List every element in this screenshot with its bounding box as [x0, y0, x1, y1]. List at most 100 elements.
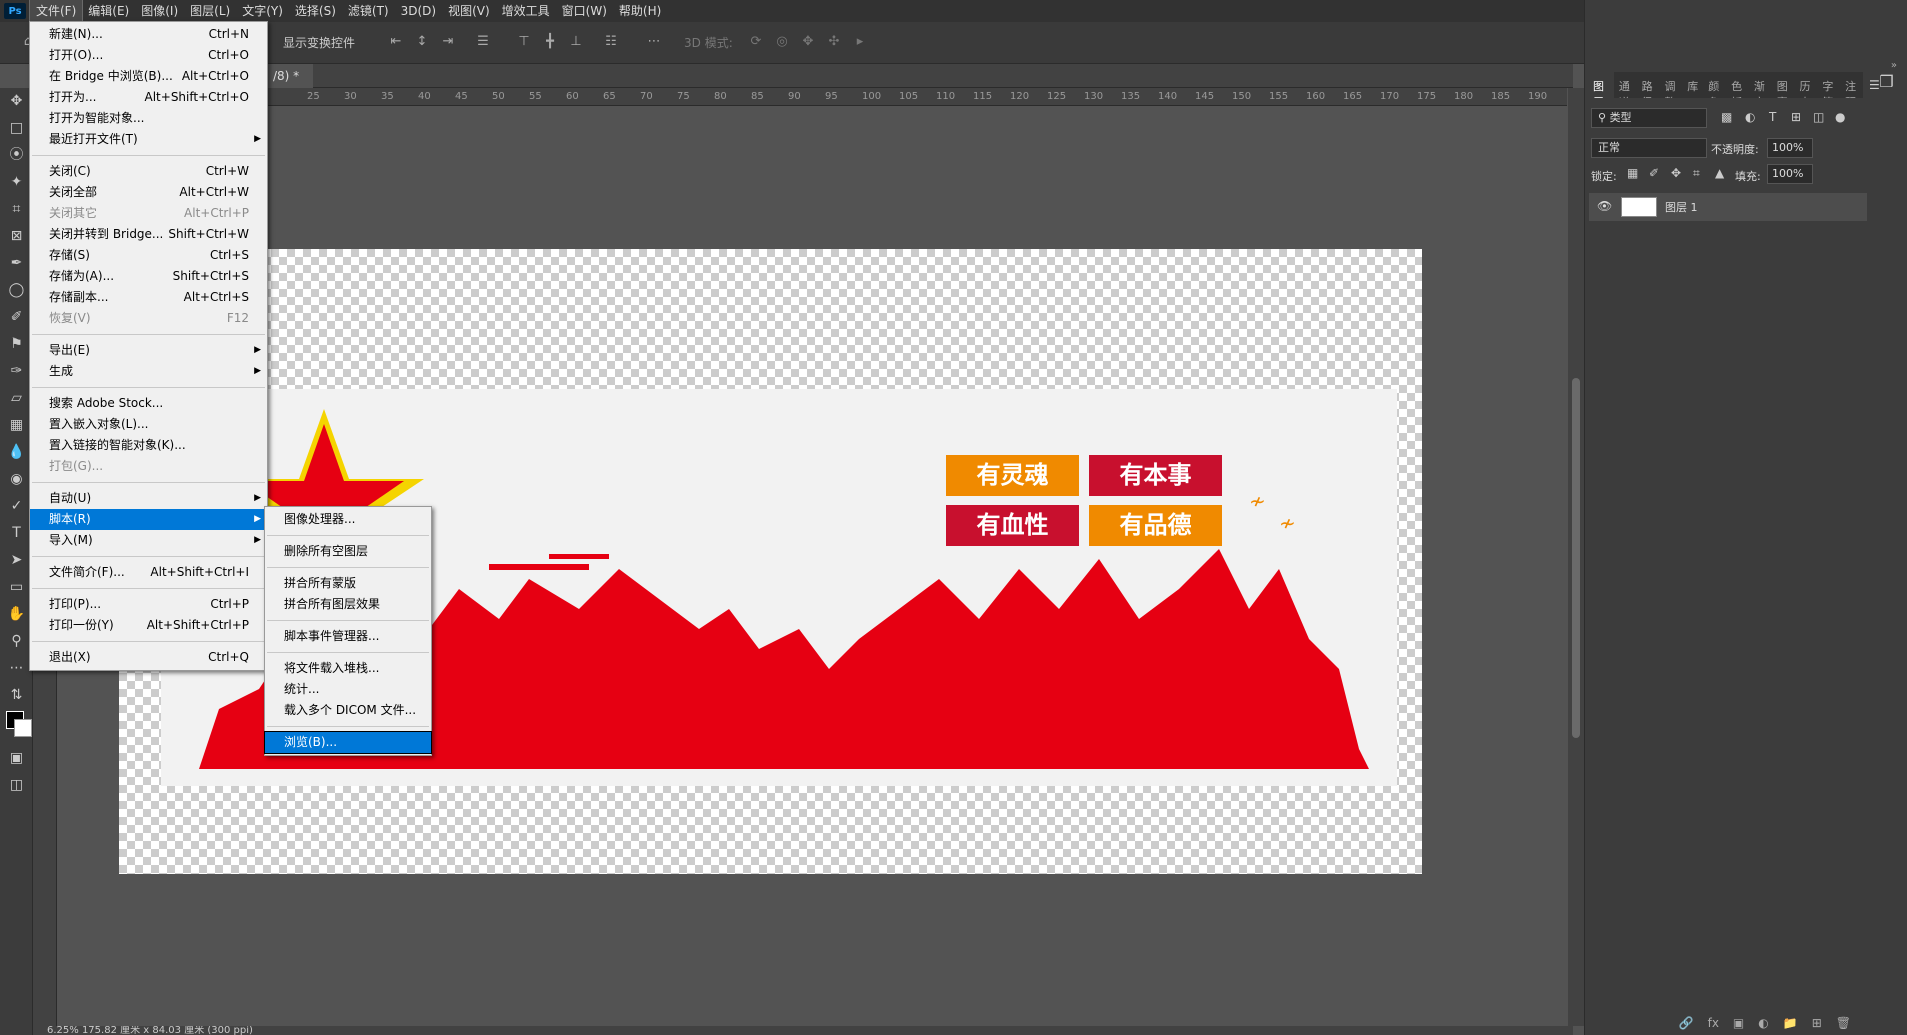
align-right-icon[interactable]: ⇥	[440, 34, 456, 50]
screen-mode-icon[interactable]: ◫	[0, 772, 33, 799]
align-middle-icon[interactable]: ╋	[542, 34, 558, 50]
menu-item-scripts[interactable]: 脚本(R) ▶	[30, 509, 267, 530]
filter-shape-icon[interactable]: ⊞	[1791, 110, 1801, 124]
lock-artboard-icon[interactable]: ⌗	[1693, 166, 1700, 181]
layer-name[interactable]: 图层 1	[1665, 199, 1698, 215]
menu-filter[interactable]: 滤镜(T)	[342, 0, 395, 22]
menu-item-statistics[interactable]: 统计...	[265, 679, 431, 700]
filter-toggle-icon[interactable]: ●	[1835, 110, 1845, 124]
lock-pixels-icon[interactable]: ✐	[1649, 166, 1659, 180]
tab-notes[interactable]: 注释	[1840, 72, 1863, 98]
menu-item-place-embedded[interactable]: 置入嵌入对象(L)...	[30, 414, 267, 435]
lock-transparent-icon[interactable]: ▦	[1627, 166, 1638, 180]
tab-color[interactable]: 颜色	[1703, 72, 1726, 98]
menu-item-close-all[interactable]: 关闭全部 Alt+Ctrl+W	[30, 182, 267, 203]
fill-input[interactable]: 100%	[1767, 164, 1813, 184]
menu-item-load-stack[interactable]: 将文件载入堆栈...	[265, 658, 431, 679]
tab-swatches[interactable]: 色板	[1726, 72, 1749, 98]
align-bottom-icon[interactable]: ⊥	[568, 34, 584, 50]
menu-help[interactable]: 帮助(H)	[613, 0, 667, 22]
add-mask-icon[interactable]: ▣	[1733, 1016, 1744, 1030]
menu-layer[interactable]: 图层(L)	[184, 0, 236, 22]
distribute-v-icon[interactable]: ☷	[603, 34, 619, 50]
3d-icon[interactable]: ❒	[1879, 72, 1893, 91]
menu-item-print-one[interactable]: 打印一份(Y) Alt+Shift+Ctrl+P	[30, 615, 267, 636]
menu-item-image-processor[interactable]: 图像处理器...	[265, 509, 431, 530]
tab-libraries[interactable]: 库	[1682, 72, 1703, 98]
quick-mask-icon[interactable]: ▣	[0, 745, 33, 772]
visibility-eye-icon[interactable]: 👁	[1597, 199, 1612, 213]
menu-item-automate[interactable]: 自动(U) ▶	[30, 488, 267, 509]
opacity-input[interactable]: 100%	[1767, 138, 1813, 158]
menu-item-close[interactable]: 关闭(C) Ctrl+W	[30, 161, 267, 182]
lock-all-icon[interactable]: ▲	[1715, 166, 1724, 180]
menu-item-close-goto-bridge[interactable]: 关闭并转到 Bridge... Shift+Ctrl+W	[30, 224, 267, 245]
tab-character[interactable]: 字符	[1817, 72, 1840, 98]
menu-view[interactable]: 视图(V)	[442, 0, 496, 22]
filter-type-icon[interactable]: T	[1769, 110, 1776, 124]
menu-item-open-smart[interactable]: 打开为智能对象...	[30, 108, 267, 129]
panel-collapse-icon[interactable]: »	[1891, 60, 1897, 71]
filter-smart-icon[interactable]: ◫	[1813, 110, 1824, 124]
menu-item-browse-bridge[interactable]: 在 Bridge 中浏览(B)... Alt+Ctrl+O	[30, 66, 267, 87]
background-color[interactable]	[14, 719, 32, 737]
filter-pixel-icon[interactable]: ▩	[1721, 110, 1732, 124]
menu-item-export[interactable]: 导出(E) ▶	[30, 340, 267, 361]
swap-colors-icon[interactable]: ⇅	[0, 682, 33, 709]
menu-item-save-copy[interactable]: 存储副本... Alt+Ctrl+S	[30, 287, 267, 308]
menu-item-load-dicom[interactable]: 载入多个 DICOM 文件...	[265, 700, 431, 721]
menu-item-print[interactable]: 打印(P)... Ctrl+P	[30, 594, 267, 615]
menu-file[interactable]: 文件(F)	[28, 0, 84, 23]
menu-item-flatten-effects[interactable]: 拼合所有图层效果	[265, 594, 431, 615]
menu-item-place-linked[interactable]: 置入链接的智能对象(K)...	[30, 435, 267, 456]
menu-edit[interactable]: 编辑(E)	[82, 0, 135, 22]
link-layers-icon[interactable]: 🔗	[1679, 1016, 1694, 1030]
fx-icon[interactable]: fx	[1708, 1016, 1719, 1030]
menu-item-delete-empty-layers[interactable]: 删除所有空图层	[265, 541, 431, 562]
layer-row[interactable]: 👁 图层 1	[1589, 193, 1867, 221]
menu-item-file-info[interactable]: 文件简介(F)... Alt+Shift+Ctrl+I	[30, 562, 267, 583]
delete-layer-icon[interactable]: 🗑	[1836, 1016, 1851, 1030]
more-icon[interactable]: ⋯	[646, 34, 662, 50]
tab-layers[interactable]: 图层	[1585, 72, 1614, 98]
menu-item-save-as[interactable]: 存储为(A)... Shift+Ctrl+S	[30, 266, 267, 287]
tab-channels[interactable]: 通道	[1614, 72, 1637, 98]
blend-mode-select[interactable]: 正常	[1591, 138, 1707, 158]
show-transform-label[interactable]: 显示变换控件	[283, 34, 355, 51]
menu-item-adobe-stock[interactable]: 搜索 Adobe Stock...	[30, 393, 267, 414]
menu-item-generate[interactable]: 生成 ▶	[30, 361, 267, 382]
menu-item-open-as[interactable]: 打开为... Alt+Shift+Ctrl+O	[30, 87, 267, 108]
menu-image[interactable]: 图像(I)	[135, 0, 184, 22]
menu-item-import[interactable]: 导入(M) ▶	[30, 530, 267, 551]
menu-item-exit[interactable]: 退出(X) Ctrl+Q	[30, 647, 267, 668]
align-left-icon[interactable]: ⇤	[388, 34, 404, 50]
vertical-scrollbar[interactable]	[1568, 88, 1584, 1026]
tab-patterns[interactable]: 图案	[1772, 72, 1795, 98]
tab-adjustments[interactable]: 调整	[1659, 72, 1682, 98]
menu-item-recent[interactable]: 最近打开文件(T) ▶	[30, 129, 267, 150]
new-group-icon[interactable]: 📁	[1783, 1016, 1798, 1030]
menu-window[interactable]: 窗口(W)	[556, 0, 613, 22]
menu-item-script-events[interactable]: 脚本事件管理器...	[265, 626, 431, 647]
menu-item-save[interactable]: 存储(S) Ctrl+S	[30, 245, 267, 266]
scroll-thumb[interactable]	[1572, 378, 1580, 738]
menu-item-browse[interactable]: 浏览(B)...	[264, 731, 432, 754]
tab-gradients[interactable]: 渐变	[1749, 72, 1772, 98]
filter-kind-select[interactable]: ⚲ 类型	[1591, 108, 1707, 128]
lock-position-icon[interactable]: ✥	[1671, 166, 1681, 180]
menu-plugins[interactable]: 增效工具	[496, 0, 556, 22]
filter-adjustment-icon[interactable]: ◐	[1745, 110, 1755, 124]
menu-type[interactable]: 文字(Y)	[236, 0, 289, 22]
menu-select[interactable]: 选择(S)	[289, 0, 342, 22]
menu-item-flatten-masks[interactable]: 拼合所有蒙版	[265, 573, 431, 594]
tab-history[interactable]: 历史	[1795, 72, 1818, 98]
align-top-icon[interactable]: ⊤	[516, 34, 532, 50]
adjustment-layer-icon[interactable]: ◐	[1758, 1016, 1768, 1030]
align-center-icon[interactable]: ↕	[414, 34, 430, 50]
menu-3d[interactable]: 3D(D)	[395, 0, 442, 22]
new-layer-icon[interactable]: ⊞	[1812, 1016, 1822, 1030]
menu-item-open[interactable]: 打开(O)... Ctrl+O	[30, 45, 267, 66]
distribute-icon[interactable]: ☰	[475, 34, 491, 50]
menu-item-new[interactable]: 新建(N)... Ctrl+N	[30, 24, 267, 45]
tab-paths[interactable]: 路径	[1637, 72, 1660, 98]
